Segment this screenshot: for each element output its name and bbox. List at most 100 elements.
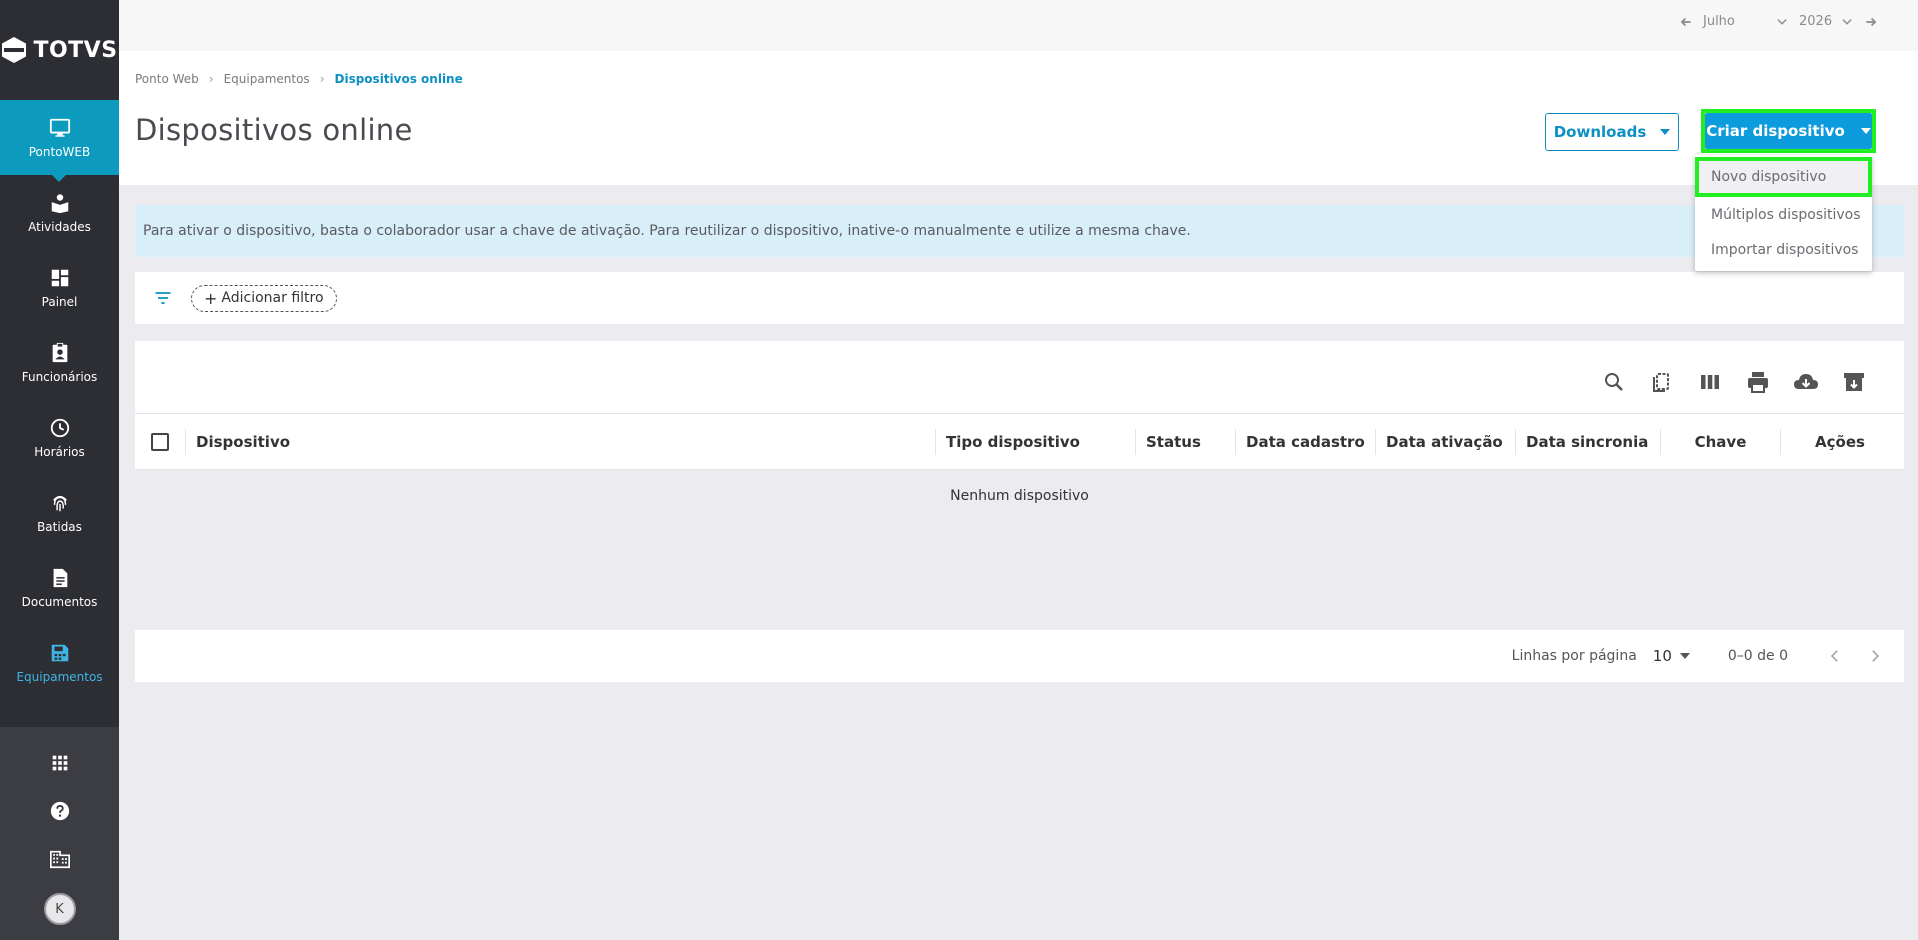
devices-table-card: Dispositivo Tipo dispositivo Status Data… [135, 341, 1904, 682]
document-icon [53, 568, 67, 587]
sidebar-item-label: Documentos [21, 594, 98, 609]
rows-per-page-select[interactable]: 10 [1653, 647, 1690, 665]
totvs-logo-icon [2, 37, 27, 63]
column-header-dispositivo[interactable]: Dispositivo [186, 428, 936, 455]
downloads-button[interactable]: Downloads [1545, 113, 1679, 151]
criar-dispositivo-label: Criar dispositivo [1706, 122, 1845, 140]
period-selector: Julho 2026 [1679, 14, 1878, 29]
columns-icon[interactable] [1696, 368, 1724, 396]
select-all-checkbox[interactable] [151, 432, 169, 451]
breadcrumb-parent[interactable]: Equipamentos [224, 72, 310, 86]
empty-state-text: Nenhum dispositivo [950, 488, 1089, 504]
rows-per-page-label: Linhas por página [1511, 648, 1637, 664]
column-header-status[interactable]: Status [1136, 428, 1236, 455]
apps-grid-icon [52, 755, 67, 771]
breadcrumb-current: Dispositivos online [334, 72, 463, 86]
criar-dispositivo-button[interactable]: Criar dispositivo [1705, 113, 1872, 149]
sidebar-item-painel[interactable]: Painel [0, 250, 119, 325]
menu-item-multiplos-dispositivos[interactable]: Múltiplos dispositivos [1695, 197, 1872, 232]
caret-down-icon [1860, 128, 1871, 134]
breadcrumb-separator: › [208, 72, 214, 86]
book-icon [51, 193, 68, 213]
year-value: 2026 [1799, 14, 1833, 29]
column-header-chave[interactable]: Chave [1661, 428, 1781, 455]
pagination-range: 0–0 de 0 [1727, 648, 1788, 664]
sidebar-item-pontoweb[interactable]: PontoWEB [0, 100, 119, 182]
dashboard-icon [51, 269, 68, 286]
add-filter-label: Adicionar filtro [221, 290, 324, 306]
column-header-tipo-dispositivo[interactable]: Tipo dispositivo [936, 428, 1136, 455]
chevron-down-icon [1777, 18, 1787, 25]
topbar: Julho 2026 [119, 0, 1918, 51]
plus-icon: + [204, 288, 218, 308]
monitor-icon [49, 118, 70, 137]
chevron-right-icon[interactable] [1866, 647, 1884, 665]
add-filter-button[interactable]: + Adicionar filtro [191, 284, 337, 312]
month-select[interactable]: Julho [1703, 14, 1789, 29]
breadcrumb: Ponto Web › Equipamentos › Dispositivos … [135, 72, 463, 86]
menu-item-novo-dispositivo[interactable]: Novo dispositivo [1695, 157, 1872, 197]
sidebar-item-label: Horários [34, 444, 85, 459]
chevron-left-icon[interactable] [1826, 647, 1844, 665]
fingerprint-icon [52, 495, 67, 511]
apps-button[interactable] [0, 739, 119, 787]
caret-down-icon [1679, 653, 1690, 659]
sidebar-item-label: Funcionários [21, 369, 98, 384]
building-icon [49, 850, 70, 869]
info-text: Para ativar o dispositivo, basta o colab… [143, 223, 1191, 239]
clock-icon [50, 418, 69, 437]
totvs-logo[interactable]: TOTVS [0, 0, 119, 100]
sidebar: TOTVS PontoWEB Atividades Painel Funcion… [0, 0, 119, 940]
company-button[interactable] [0, 835, 119, 883]
chevron-down-icon [1842, 18, 1852, 25]
help-icon [50, 801, 69, 821]
table-body: Nenhum dispositivo [135, 470, 1904, 630]
arrow-left-icon[interactable] [1679, 15, 1693, 29]
downloads-label: Downloads [1553, 123, 1647, 141]
device-icon [51, 644, 68, 661]
help-button[interactable] [0, 787, 119, 835]
breadcrumb-root[interactable]: Ponto Web [135, 72, 199, 86]
copy-icon[interactable] [1648, 368, 1676, 396]
avatar[interactable]: K [43, 893, 76, 925]
sidebar-item-label: Atividades [28, 219, 91, 234]
menu-item-importar-dispositivos[interactable]: Importar dispositivos [1695, 232, 1872, 267]
month-value: Julho [1703, 14, 1735, 29]
breadcrumb-separator: › [319, 72, 325, 86]
sidebar-item-label: Equipamentos [16, 669, 103, 684]
page-title: Dispositivos online [135, 113, 413, 147]
filter-icon[interactable] [153, 288, 173, 308]
sidebar-item-funcionarios[interactable]: Funcionários [0, 325, 119, 400]
sidebar-item-batidas[interactable]: Batidas [0, 475, 119, 550]
column-header-data-ativacao[interactable]: Data ativação [1376, 428, 1516, 455]
search-icon[interactable] [1600, 368, 1628, 396]
info-banner: Para ativar o dispositivo, basta o colab… [135, 205, 1904, 257]
table-toolbar [1600, 368, 1868, 396]
year-select[interactable]: 2026 [1799, 14, 1854, 29]
print-icon[interactable] [1744, 368, 1772, 396]
criar-dispositivo-highlight: Criar dispositivo [1701, 109, 1876, 153]
column-header-data-sincronia[interactable]: Data sincronia [1516, 428, 1661, 455]
select-all-cell [135, 428, 186, 455]
brand-name: TOTVS [33, 37, 118, 63]
arrow-right-icon[interactable] [1864, 15, 1878, 29]
archive-icon[interactable] [1840, 368, 1868, 396]
sidebar-item-label: Painel [41, 294, 78, 309]
cloud-download-icon[interactable] [1792, 368, 1820, 396]
sidebar-bottom: K [0, 727, 119, 940]
sidebar-item-documentos[interactable]: Documentos [0, 550, 119, 625]
criar-dispositivo-menu: Novo dispositivo Múltiplos dispositivos … [1695, 155, 1872, 271]
badge-icon [52, 342, 67, 362]
sidebar-item-atividades[interactable]: Atividades [0, 175, 119, 250]
sidebar-item-horarios[interactable]: Horários [0, 400, 119, 475]
caret-down-icon [1660, 129, 1671, 135]
column-header-data-cadastro[interactable]: Data cadastro [1236, 428, 1376, 455]
pager-controls [1826, 647, 1884, 665]
sidebar-item-label: Batidas [37, 519, 82, 534]
column-header-acoes: Ações [1815, 432, 1865, 451]
sidebar-item-equipamentos[interactable]: Equipamentos [0, 625, 119, 700]
table-header: Dispositivo Tipo dispositivo Status Data… [135, 413, 1904, 470]
user-menu[interactable]: K [0, 883, 119, 935]
table-pagination: Linhas por página 10 0–0 de 0 [135, 630, 1904, 682]
rows-per-page-value: 10 [1652, 647, 1672, 665]
